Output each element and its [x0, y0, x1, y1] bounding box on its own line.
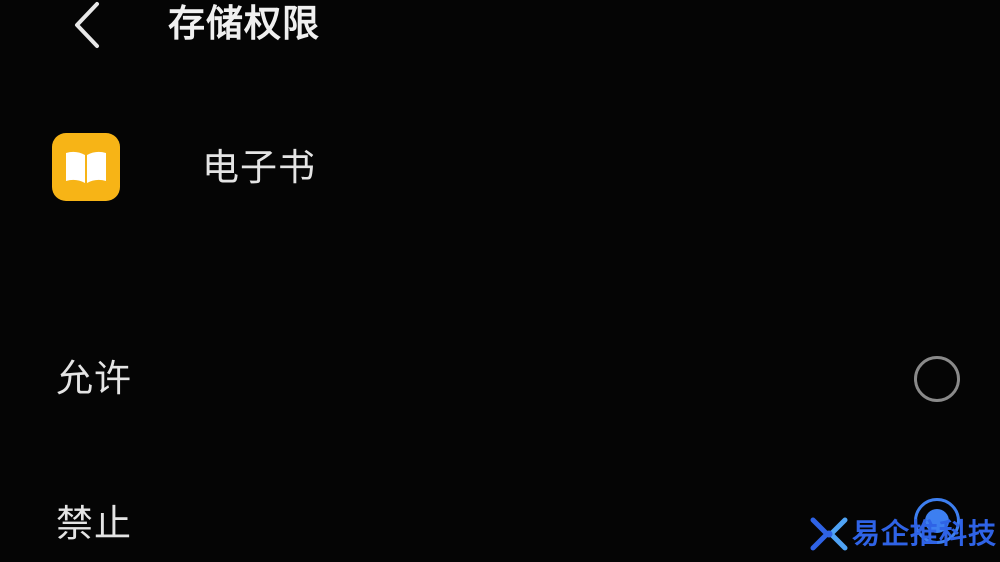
app-info: [52, 133, 120, 201]
watermark: 易企推科技: [810, 512, 997, 556]
book-icon: [52, 133, 120, 201]
page-title: 存储权限: [168, 2, 320, 45]
option-allow[interactable]: 允许: [0, 340, 1000, 420]
x-logo-icon: [810, 517, 848, 551]
chevron-left-icon: [75, 2, 99, 48]
back-button[interactable]: [62, 0, 112, 50]
app-name: 电子书: [202, 146, 316, 189]
radio-allow[interactable]: [914, 356, 960, 402]
option-deny-label: 禁止: [56, 502, 132, 545]
watermark-text: 易企推科技: [852, 517, 998, 550]
option-allow-label: 允许: [56, 357, 132, 400]
